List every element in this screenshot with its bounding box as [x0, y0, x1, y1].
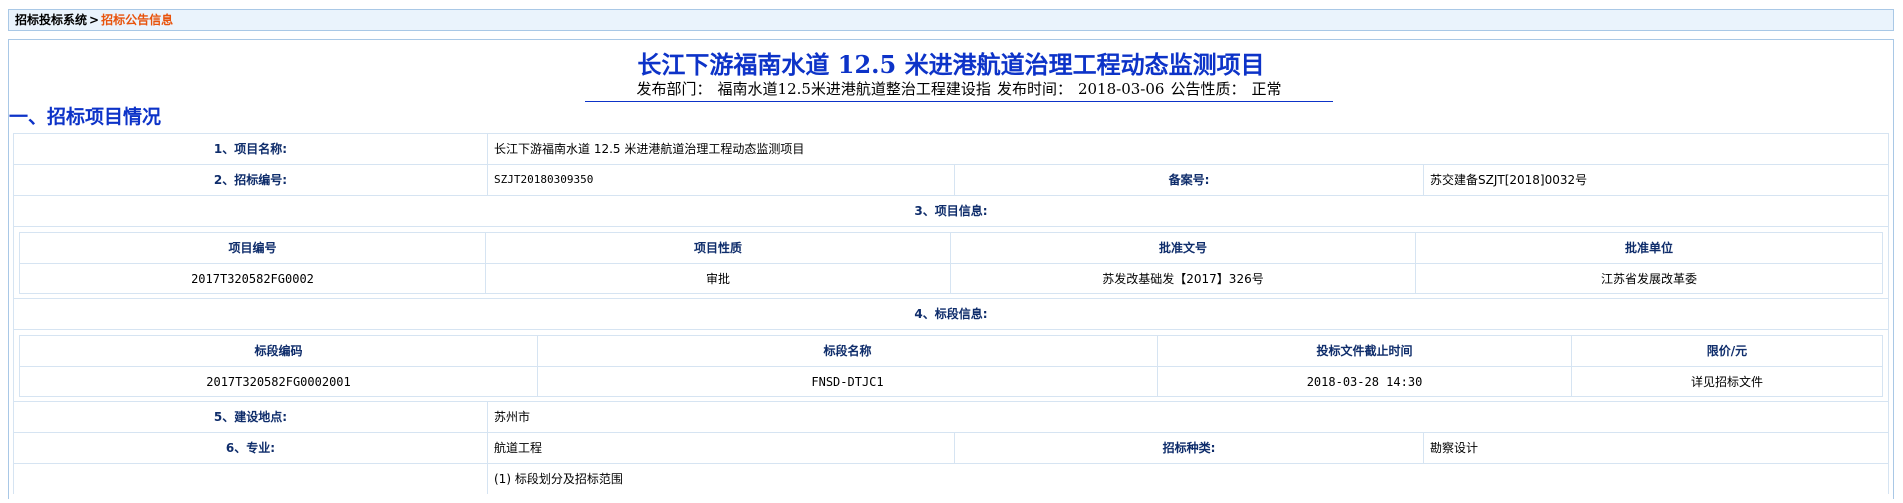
publish-time-value: 2018-03-06: [1077, 80, 1165, 98]
project-info-table: 项目编号 项目性质 批准文号 批准单位 2017T320582FG0002 审批…: [19, 232, 1883, 294]
notice-nature-label: 公告性质：: [1170, 80, 1246, 98]
section-info-label: 4、标段信息:: [13, 299, 1889, 329]
breadcrumb: 招标投标系统 > 招标公告信息: [8, 9, 1894, 31]
notice-panel: 长江下游福南水道 12.5 米进港航道治理工程动态监测项目 发布部门： 福南水道1…: [8, 39, 1894, 499]
table-row: 项目编号 项目性质 批准文号 批准单位 2017T320582FG0002 审批…: [13, 226, 1889, 298]
notice-meta: 发布部门： 福南水道12.5米进港航道整治工程建设指 发布时间： 2018-03-06…: [585, 78, 1333, 102]
notice-nature-value: 正常: [1251, 80, 1282, 98]
breadcrumb-root-link[interactable]: 招标投标系统: [15, 13, 87, 27]
project-info-header-nature: 项目性质: [485, 233, 950, 263]
project-info-header-approval-no: 批准文号: [950, 233, 1415, 263]
table-row: 5、建设地点: 苏州市: [13, 401, 1889, 432]
tender-number-value: SZJT20180309350: [487, 165, 954, 195]
table-row: 1、项目名称: 长江下游福南水道 12.5 米进港航道治理工程动态监测项目: [13, 133, 1889, 164]
department-label: 发布部门：: [636, 80, 712, 98]
project-info-header-row: 项目编号 项目性质 批准文号 批准单位: [20, 233, 1882, 263]
approval-unit-value: 江苏省发展改革委: [1415, 264, 1882, 294]
publish-time-label: 发布时间：: [996, 80, 1072, 98]
section-code-value: 2017T320582FG0002001: [206, 375, 351, 389]
project-name-value: 长江下游福南水道 12.5 米进港航道治理工程动态监测项目: [487, 134, 1889, 164]
scope-value: (1) 标段划分及招标范围: [487, 464, 1889, 494]
table-row: 2、招标编号: SZJT20180309350 备案号: 苏交建备SZJT[20…: [13, 164, 1889, 195]
table-row: (1) 标段划分及招标范围: [13, 463, 1889, 494]
section-info-header-deadline: 投标文件截止时间: [1157, 336, 1571, 366]
project-table: 1、项目名称: 长江下游福南水道 12.5 米进港航道治理工程动态监测项目 2、…: [13, 133, 1889, 503]
bid-deadline-value: 2018-03-28 14:30: [1157, 367, 1571, 397]
location-value: 苏州市: [487, 402, 1889, 432]
location-label: 5、建设地点:: [13, 402, 487, 432]
record-number-value: 苏交建备SZJT[2018]0032号: [1423, 165, 1889, 195]
section-info-header-code: 标段编码: [254, 344, 303, 358]
section-info-header-name: 标段名称: [537, 336, 1157, 366]
section-heading: 一、招标项目情况: [9, 106, 162, 128]
table-row: 6、专业: 航道工程 招标种类: 勘察设计: [13, 432, 1889, 463]
breadcrumb-separator: >: [89, 13, 100, 27]
section-info-header-row: 标段编码 标段名称 投标文件截止时间 限价/元: [20, 336, 1882, 366]
section-info-data-row: 2017T320582FG0002001 FNSD-DTJC1 2018-03-…: [20, 366, 1882, 397]
section-info-table: 标段编码 标段名称 投标文件截止时间 限价/元 2017T320582FG000…: [19, 335, 1883, 397]
tender-category-label: 招标种类:: [954, 433, 1423, 463]
section-name-value: FNSD-DTJC1: [537, 367, 1157, 397]
table-row: 3、项目信息:: [13, 195, 1889, 226]
tender-category-value: 勘察设计: [1423, 433, 1889, 463]
record-number-label: 备案号:: [954, 165, 1423, 195]
breadcrumb-current: 招标公告信息: [101, 13, 174, 27]
project-name-label: 1、项目名称:: [13, 134, 487, 164]
scope-label-cell: [13, 464, 487, 494]
major-value: 航道工程: [487, 433, 954, 463]
project-info-data-row: 2017T320582FG0002 审批 苏发改基础发【2017】326号 江苏…: [20, 263, 1882, 294]
tender-number-label: 2、招标编号:: [13, 165, 487, 195]
project-nature-value: 审批: [485, 264, 950, 294]
table-row: 标段编码 标段名称 投标文件截止时间 限价/元 2017T320582FG000…: [13, 329, 1889, 401]
project-info-header-approval-unit: 批准单位: [1415, 233, 1882, 263]
notice-title: 长江下游福南水道 12.5 米进港航道治理工程动态监测项目: [637, 50, 1265, 79]
section-info-header-price-limit: 限价/元: [1571, 336, 1882, 366]
department-value: 福南水道12.5米进港航道整治工程建设指: [717, 80, 991, 98]
table-row: 4、标段信息:: [13, 298, 1889, 329]
project-info-header-project-code: 项目编号: [228, 241, 277, 255]
approval-number-value: 苏发改基础发【2017】326号: [950, 264, 1415, 294]
project-info-label: 3、项目信息:: [13, 196, 1889, 226]
major-label: 6、专业:: [13, 433, 487, 463]
project-code-value: 2017T320582FG0002: [191, 272, 314, 286]
price-limit-value: 详见招标文件: [1571, 367, 1882, 397]
